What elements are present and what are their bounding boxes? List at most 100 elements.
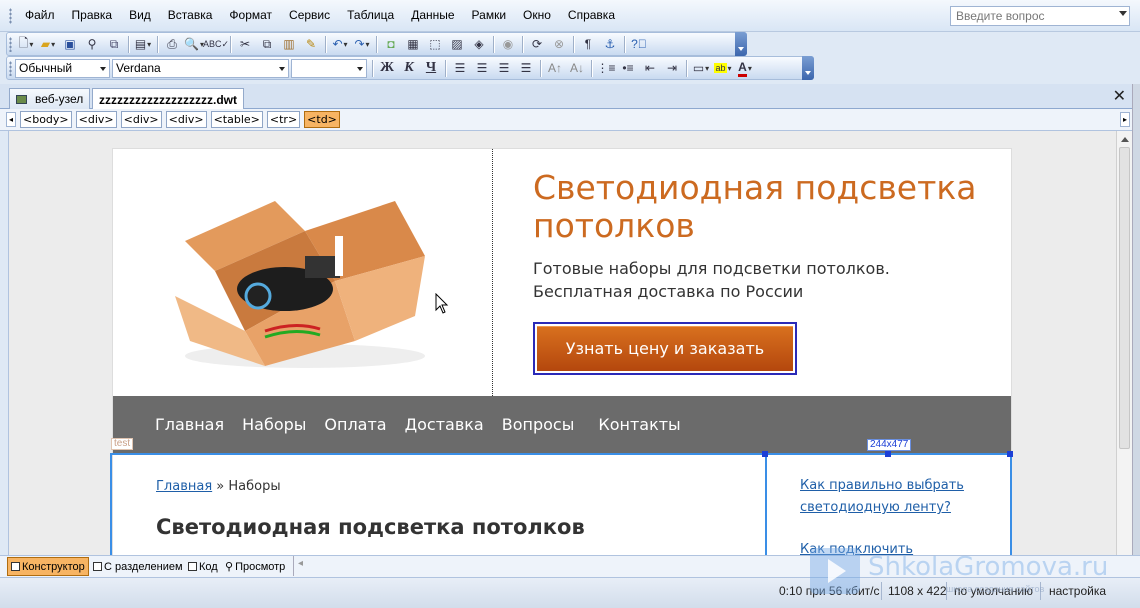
save-button[interactable]: ▣ <box>59 34 81 54</box>
font-size-select[interactable] <box>291 58 367 78</box>
insert-table-button[interactable]: ▦ <box>402 34 424 54</box>
insert-picture-button[interactable]: ▨ <box>446 34 468 54</box>
indent-button[interactable]: ⇥ <box>661 58 683 78</box>
web-component-button[interactable]: ◘ <box>380 34 402 54</box>
preview-button[interactable]: 🔍 ▾ <box>183 34 205 54</box>
insert-layer-button[interactable]: ⬚ <box>424 34 446 54</box>
bookmark-button[interactable]: ⚓ <box>599 34 621 54</box>
tab-code-view[interactable]: Код <box>185 557 221 576</box>
hero-title[interactable]: Светодиодная подсветка потолков <box>533 169 993 245</box>
cut-button[interactable]: ✂ <box>234 34 256 54</box>
menu-help[interactable]: Справка <box>559 8 623 22</box>
print-button[interactable]: ⎙ <box>161 34 183 54</box>
tag-div[interactable]: <div> <box>75 111 117 128</box>
align-right-button[interactable]: ☰ <box>493 58 515 78</box>
hero-subtitle[interactable]: Готовые наборы для подсветки потолков. Б… <box>533 257 993 303</box>
justify-button[interactable]: ☰ <box>515 58 537 78</box>
resize-handle[interactable] <box>885 451 891 457</box>
outdent-button[interactable]: ⇤ <box>639 58 661 78</box>
tab-template-file[interactable]: zzzzzzzzzzzzzzzzzzz.dwt <box>92 88 244 110</box>
header-image-cell[interactable] <box>113 149 493 396</box>
menu-insert[interactable]: Вставка <box>159 8 221 22</box>
nav-link-contacts[interactable]: Контакты <box>598 415 680 434</box>
sidebar-link-connect[interactable]: Как подключить <box>800 539 1000 555</box>
search-button[interactable]: ⚲ <box>81 34 103 54</box>
drawing-button[interactable]: ◈ <box>468 34 490 54</box>
toolbar-grip[interactable] <box>9 37 12 52</box>
menu-data[interactable]: Данные <box>402 8 462 22</box>
copy-button[interactable]: ⧉ <box>256 34 278 54</box>
ask-question-box[interactable]: Введите вопрос <box>950 6 1130 26</box>
tag-tr[interactable]: <tr> <box>266 111 301 128</box>
tab-website[interactable]: веб-узел <box>9 88 91 109</box>
content-table-selected[interactable]: Главная » Наборы Светодиодная подсветка … <box>110 451 1013 555</box>
status-custom-mode[interactable]: настройка <box>1049 584 1106 598</box>
toolbar-options-button[interactable] <box>735 32 747 56</box>
toggle-pane-button[interactable]: ▤ ▾ <box>132 34 154 54</box>
tag-table[interactable]: <table> <box>210 111 263 128</box>
bold-button[interactable]: Ж <box>376 58 398 78</box>
chevron-down-icon[interactable] <box>279 66 285 71</box>
design-canvas[interactable]: Светодиодная подсветка потолков Готовые … <box>8 131 1116 555</box>
nav-link-kits[interactable]: Наборы <box>242 415 306 434</box>
spelling-button[interactable]: ABC✓ <box>203 34 229 54</box>
align-center-button[interactable]: ☰ <box>471 58 493 78</box>
highlight-button[interactable]: ab ▾ <box>712 58 734 78</box>
new-page-button[interactable]: 🗋 ▾ <box>15 34 37 54</box>
nav-link-home[interactable]: Главная <box>155 415 224 434</box>
menu-edit[interactable]: Правка <box>63 8 121 22</box>
menu-tools[interactable]: Сервис <box>280 8 338 22</box>
toolbar-grip[interactable] <box>9 61 12 76</box>
resize-handle[interactable] <box>1007 451 1013 457</box>
font-color-button[interactable]: A ▾ <box>734 58 756 78</box>
show-formatting-button[interactable]: ¶ <box>577 34 599 54</box>
numbering-button[interactable]: ⋮≡ <box>595 58 617 78</box>
vertical-scrollbar[interactable] <box>1116 131 1132 555</box>
nav-link-payment[interactable]: Оплата <box>324 415 386 434</box>
paste-button[interactable]: ▥ <box>278 34 300 54</box>
increase-font-button[interactable]: A↑ <box>544 58 566 78</box>
underline-button[interactable]: Ч <box>420 58 442 78</box>
cta-button[interactable]: Узнать цену и заказать <box>533 322 797 375</box>
scroll-left-icon[interactable]: ◂ <box>298 558 303 569</box>
scroll-thumb[interactable] <box>1119 147 1130 449</box>
nav-link-questions[interactable]: Вопросы <box>502 415 575 434</box>
breadcrumb-home-link[interactable]: Главная <box>156 479 212 494</box>
chevron-down-icon[interactable] <box>357 66 363 71</box>
hyperlink-button[interactable]: ◉ <box>497 34 519 54</box>
toolbar-options-button[interactable] <box>802 56 814 80</box>
status-default-mode[interactable]: по умолчанию <box>954 584 1033 598</box>
chevron-down-icon[interactable] <box>1119 11 1127 16</box>
tag-scroll-right-button[interactable]: ▸ <box>1120 112 1130 127</box>
style-select[interactable]: Обычный <box>15 58 110 78</box>
publish-button[interactable]: ⧉ <box>103 34 125 54</box>
menu-view[interactable]: Вид <box>120 8 159 22</box>
scroll-up-icon[interactable] <box>1121 137 1129 142</box>
menu-window[interactable]: Окно <box>514 8 559 22</box>
font-select[interactable]: Verdana <box>112 58 289 78</box>
redo-button[interactable]: ↷ ▾ <box>351 34 373 54</box>
align-left-button[interactable]: ☰ <box>449 58 471 78</box>
chevron-down-icon[interactable] <box>100 66 106 71</box>
nav-link-delivery[interactable]: Доставка <box>405 415 484 434</box>
stop-button[interactable]: ⊗ <box>548 34 570 54</box>
tag-td-selected[interactable]: <td> <box>304 111 340 128</box>
tab-preview-view[interactable]: ⚲ Просмотр <box>222 557 288 576</box>
menu-frames[interactable]: Рамки <box>463 8 514 22</box>
undo-button[interactable]: ↶ ▾ <box>329 34 351 54</box>
tag-div[interactable]: <div> <box>165 111 207 128</box>
column-divider[interactable] <box>765 455 767 555</box>
tab-design-view[interactable]: Конструктор <box>7 557 89 576</box>
tag-div[interactable]: <div> <box>120 111 162 128</box>
borders-button[interactable]: ▭ ▾ <box>690 58 712 78</box>
content-heading[interactable]: Светодиодная подсветка потолков <box>156 515 585 539</box>
tag-scroll-left-button[interactable]: ◂ <box>6 112 16 127</box>
refresh-button[interactable]: ⟳ <box>526 34 548 54</box>
format-painter-button[interactable]: ✎ <box>300 34 322 54</box>
menu-file[interactable]: Файл <box>16 8 63 22</box>
decrease-font-button[interactable]: A↓ <box>566 58 588 78</box>
menu-grip[interactable] <box>9 8 12 24</box>
close-document-icon[interactable]: ✕ <box>1113 86 1126 106</box>
menu-format[interactable]: Формат <box>220 8 280 22</box>
tag-body[interactable]: <body> <box>20 111 72 128</box>
